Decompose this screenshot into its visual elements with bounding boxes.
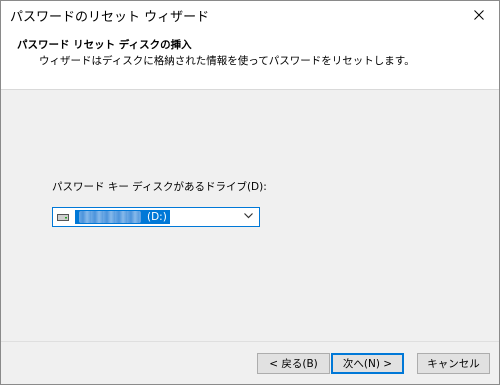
next-button[interactable]: 次へ(N) > [331, 353, 404, 374]
header-title: パスワード リセット ディスクの挿入 [17, 39, 192, 51]
window-title: パスワードのリセット ウィザード [10, 10, 210, 25]
cancel-button[interactable]: キャンセル [417, 353, 490, 374]
close-icon [474, 10, 484, 20]
drive-selected-value: (D:) [75, 210, 170, 224]
header-subtitle: ウィザードはディスクに格納された情報を使ってパスワードをリセットします。 [39, 55, 415, 67]
drive-icon [57, 214, 69, 221]
title-bar: パスワードのリセット ウィザード [1, 1, 499, 29]
drive-letter: (D:) [147, 211, 167, 223]
close-button[interactable] [459, 1, 499, 29]
drive-label: パスワード キー ディスクがあるドライブ(D): [52, 181, 267, 193]
footer-divider [1, 341, 499, 342]
wizard-header: パスワード リセット ディスクの挿入 ウィザードはディスクに格納された情報を使っ… [1, 29, 499, 90]
wizard-window: パスワードのリセット ウィザード パスワード リセット ディスクの挿入 ウィザー… [0, 0, 500, 385]
drive-select[interactable]: (D:) [52, 207, 260, 227]
redacted-drive-name [79, 211, 141, 223]
back-button[interactable]: < 戻る(B) [257, 353, 330, 374]
chevron-down-icon [244, 213, 253, 219]
